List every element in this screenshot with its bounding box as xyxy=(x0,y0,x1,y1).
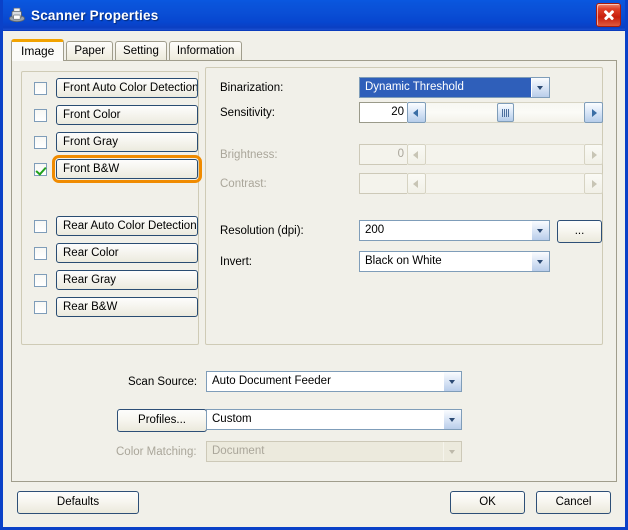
sensitivity-value[interactable]: 20 xyxy=(359,102,407,123)
color-matching-value: Document xyxy=(212,445,265,457)
mode-row-rear-auto-color-detection: Rear Auto Color Detection xyxy=(34,215,198,237)
contrast-label: Contrast: xyxy=(220,178,267,190)
brightness-track xyxy=(426,144,584,165)
profiles-button[interactable]: Profiles... xyxy=(117,409,207,432)
button-rear-gray[interactable]: Rear Gray xyxy=(56,270,198,290)
mode-row-rear-bw: Rear B&W xyxy=(34,296,198,318)
scan-source-select[interactable]: Auto Document Feeder xyxy=(206,371,462,392)
tab-information[interactable]: Information xyxy=(168,41,243,60)
chevron-down-icon[interactable] xyxy=(443,410,461,429)
window-title: Scanner Properties xyxy=(31,7,159,23)
scanner-icon xyxy=(8,6,26,24)
defaults-button[interactable]: Defaults xyxy=(17,491,139,514)
mode-row-front-gray: Front Gray xyxy=(34,131,198,153)
ok-button[interactable]: OK xyxy=(450,491,525,514)
button-front-gray[interactable]: Front Gray xyxy=(56,132,198,152)
profiles-select[interactable]: Custom xyxy=(206,409,462,430)
title-bar: Scanner Properties xyxy=(3,0,625,31)
scan-source-label: Scan Source: xyxy=(128,376,198,388)
mode-row-front-auto-color-detection: Front Auto Color Detection xyxy=(34,77,198,99)
tab-paper[interactable]: Paper xyxy=(66,41,114,60)
contrast-value xyxy=(359,173,407,194)
checkbox-rear-bw[interactable] xyxy=(34,300,47,314)
resolution-label: Resolution (dpi): xyxy=(220,225,304,237)
mode-row-front-bw: Front B&W xyxy=(34,155,202,183)
binarization-value: Dynamic Threshold xyxy=(360,78,531,97)
chevron-down-icon[interactable] xyxy=(531,78,549,97)
brightness-value: 0 xyxy=(359,144,407,165)
checkbox-front-auto-color-detection[interactable] xyxy=(34,81,47,95)
scan-source-value: Auto Document Feeder xyxy=(212,375,331,387)
mode-row-rear-color: Rear Color xyxy=(34,242,198,264)
button-front-color[interactable]: Front Color xyxy=(56,105,198,125)
binarization-label: Binarization: xyxy=(220,82,284,94)
color-matching-label: Color Matching: xyxy=(116,446,197,458)
sensitivity-label: Sensitivity: xyxy=(220,107,275,119)
button-rear-color[interactable]: Rear Color xyxy=(56,243,198,263)
dialog-button-bar: Defaults OK Cancel xyxy=(3,482,625,527)
checkbox-front-bw[interactable] xyxy=(34,162,47,176)
chevron-down-icon[interactable] xyxy=(531,221,549,240)
sensitivity-decrease-icon[interactable] xyxy=(407,102,426,123)
contrast-decrease-icon xyxy=(407,173,426,194)
button-rear-auto-color-detection[interactable]: Rear Auto Color Detection xyxy=(56,216,198,236)
invert-select[interactable]: Black on White xyxy=(359,251,550,272)
tab-strip: Image Paper Setting Information xyxy=(11,38,625,61)
button-rear-bw[interactable]: Rear B&W xyxy=(56,297,198,317)
sensitivity-increase-icon[interactable] xyxy=(584,102,603,123)
checkbox-front-gray[interactable] xyxy=(34,135,47,149)
brightness-slider xyxy=(407,144,603,165)
tab-image[interactable]: Image xyxy=(11,39,65,61)
chevron-down-icon[interactable] xyxy=(443,372,461,391)
contrast-track xyxy=(426,173,584,194)
title-bar-buttons xyxy=(596,3,621,27)
profiles-value: Custom xyxy=(212,413,252,425)
button-front-auto-color-detection[interactable]: Front Auto Color Detection xyxy=(56,78,198,98)
invert-label: Invert: xyxy=(220,256,252,268)
sensitivity-track[interactable] xyxy=(426,102,584,123)
checkbox-rear-color[interactable] xyxy=(34,246,47,260)
chevron-down-icon xyxy=(443,442,461,461)
button-front-bw[interactable]: Front B&W xyxy=(52,155,202,183)
brightness-label: Brightness: xyxy=(220,149,278,161)
contrast-increase-icon xyxy=(584,173,603,194)
tab-setting[interactable]: Setting xyxy=(115,41,167,60)
checkbox-rear-auto-color-detection[interactable] xyxy=(34,219,47,233)
resolution-browse-button[interactable]: ... xyxy=(557,220,602,243)
mode-row-rear-gray: Rear Gray xyxy=(34,269,198,291)
resolution-select[interactable]: 200 xyxy=(359,220,550,241)
contrast-slider xyxy=(407,173,603,194)
sensitivity-thumb[interactable] xyxy=(497,103,514,122)
checkbox-front-color[interactable] xyxy=(34,108,47,122)
resolution-value: 200 xyxy=(365,224,385,236)
cancel-button[interactable]: Cancel xyxy=(536,491,611,514)
color-matching-select: Document xyxy=(206,441,462,462)
close-icon[interactable] xyxy=(596,3,621,27)
checkbox-rear-gray[interactable] xyxy=(34,273,47,287)
brightness-decrease-icon xyxy=(407,144,426,165)
chevron-down-icon[interactable] xyxy=(531,252,549,271)
mode-row-front-color: Front Color xyxy=(34,104,198,126)
binarization-select[interactable]: Dynamic Threshold xyxy=(359,77,550,98)
tab-page-image: Front Auto Color Detection Front Color F… xyxy=(11,60,617,482)
sensitivity-slider[interactable] xyxy=(407,102,603,123)
brightness-increase-icon xyxy=(584,144,603,165)
invert-value: Black on White xyxy=(365,255,442,267)
scanner-properties-window: Scanner Properties Image Paper Setting I… xyxy=(0,0,628,530)
